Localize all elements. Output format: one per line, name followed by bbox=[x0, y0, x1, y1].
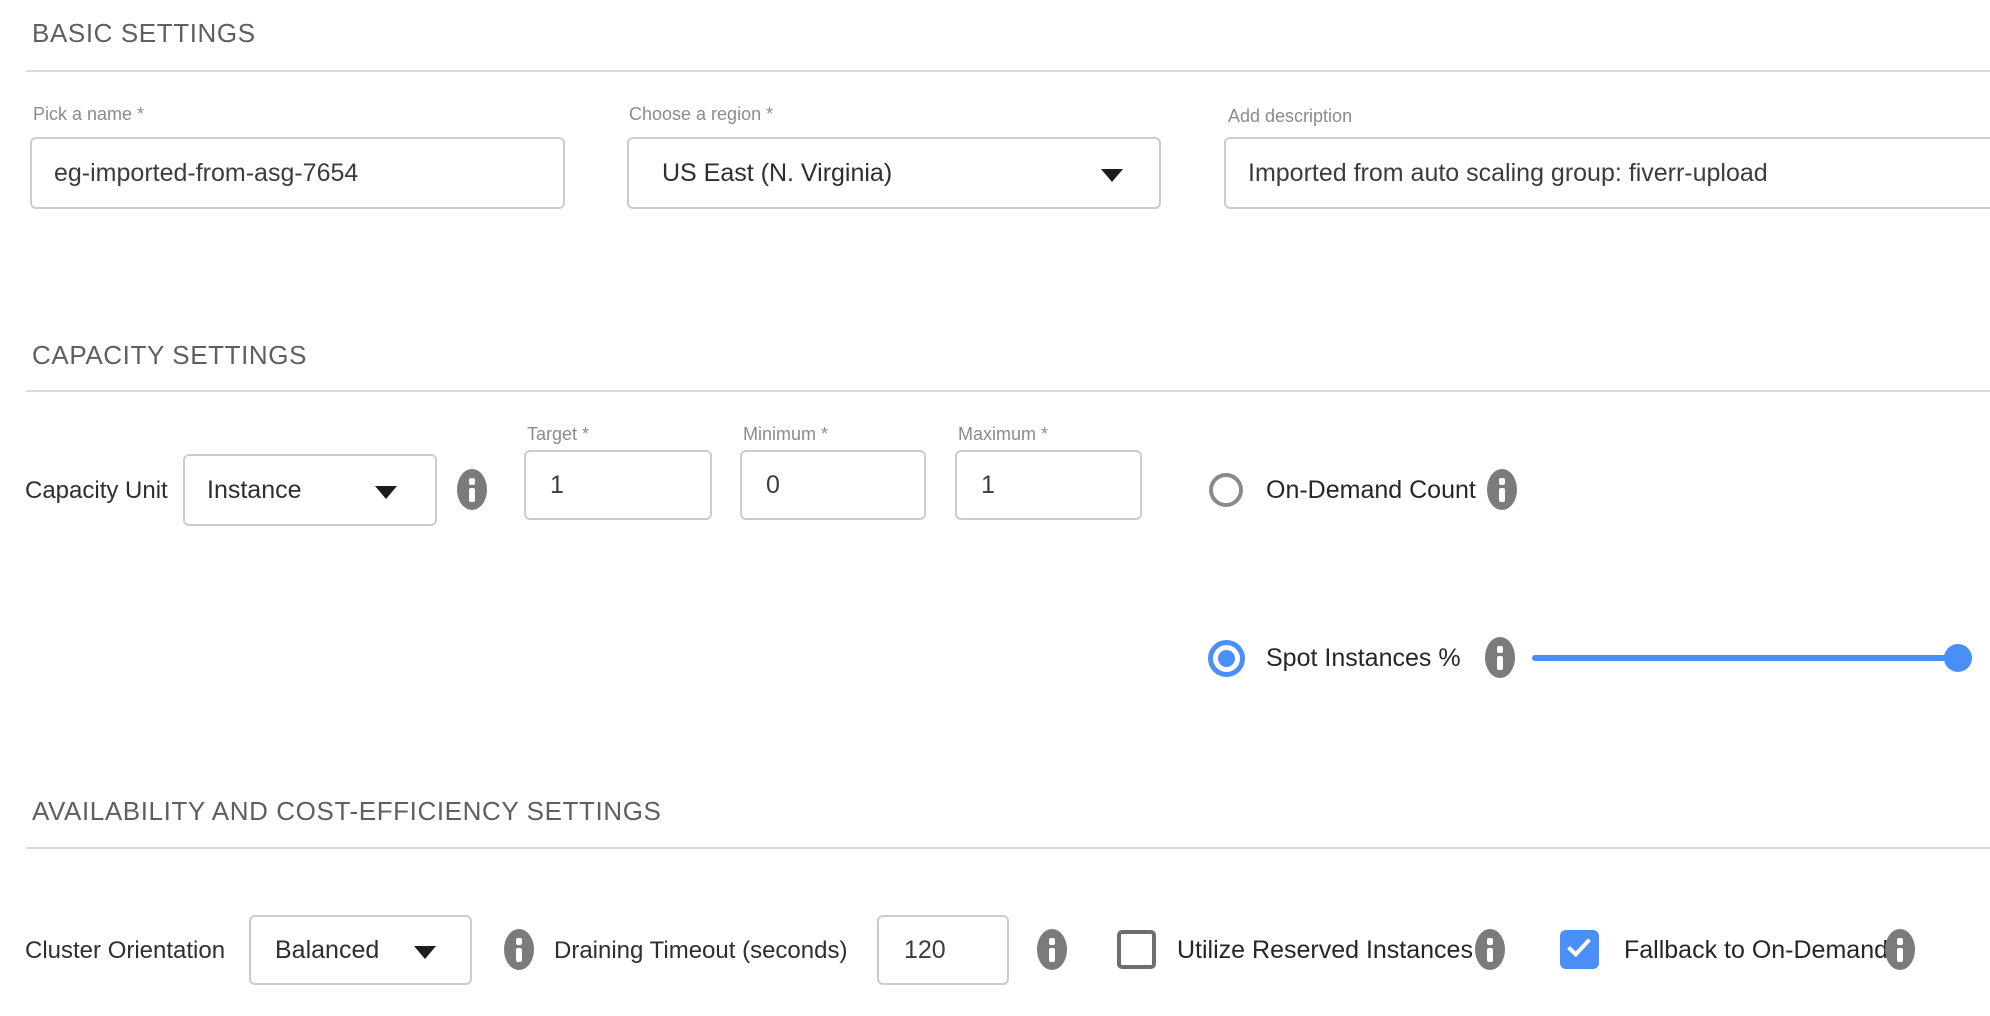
region-field-label: Choose a region * bbox=[629, 104, 773, 125]
region-select-value: US East (N. Virginia) bbox=[662, 159, 892, 188]
target-field-label: Target * bbox=[527, 424, 589, 445]
basic-settings-title: BASIC SETTINGS bbox=[32, 18, 256, 49]
maximum-field-label: Maximum * bbox=[958, 424, 1048, 445]
maximum-input[interactable] bbox=[955, 450, 1142, 520]
description-input[interactable] bbox=[1224, 137, 1990, 209]
on-demand-count-label: On-Demand Count bbox=[1266, 476, 1476, 505]
fallback-on-demand-label: Fallback to On-Demand bbox=[1624, 936, 1888, 965]
spot-instances-label: Spot Instances % bbox=[1266, 644, 1461, 673]
capacity-unit-label: Capacity Unit bbox=[25, 477, 168, 505]
settings-form: BASIC SETTINGS Pick a name * Choose a re… bbox=[0, 0, 1990, 1016]
section-divider bbox=[26, 847, 1990, 849]
capacity-unit-select[interactable]: Instance bbox=[183, 454, 437, 526]
draining-timeout-info-icon[interactable] bbox=[1037, 929, 1067, 970]
check-icon bbox=[1567, 933, 1591, 957]
draining-timeout-input[interactable] bbox=[877, 915, 1009, 985]
cluster-orientation-info-icon[interactable] bbox=[504, 929, 534, 970]
description-field-label: Add description bbox=[1228, 106, 1352, 127]
minimum-input[interactable] bbox=[740, 450, 926, 520]
section-divider bbox=[26, 390, 1990, 392]
section-divider bbox=[26, 70, 1990, 72]
chevron-down-icon bbox=[1101, 169, 1123, 182]
spot-instances-radio[interactable] bbox=[1208, 640, 1245, 677]
region-select[interactable]: US East (N. Virginia) bbox=[627, 137, 1161, 209]
utilize-reserved-checkbox[interactable] bbox=[1117, 930, 1156, 969]
spot-percentage-slider-handle[interactable] bbox=[1944, 644, 1972, 672]
capacity-settings-title: CAPACITY SETTINGS bbox=[32, 340, 307, 371]
availability-settings-title: AVAILABILITY AND COST-EFFICIENCY SETTING… bbox=[32, 796, 661, 827]
capacity-unit-info-icon[interactable] bbox=[457, 469, 487, 510]
capacity-unit-select-value: Instance bbox=[207, 476, 302, 505]
utilize-reserved-info-icon[interactable] bbox=[1475, 929, 1505, 970]
target-input[interactable] bbox=[524, 450, 712, 520]
draining-timeout-label: Draining Timeout (seconds) bbox=[554, 937, 847, 965]
name-field-label: Pick a name * bbox=[33, 104, 144, 125]
chevron-down-icon bbox=[414, 946, 436, 959]
spot-percentage-slider[interactable] bbox=[1532, 655, 1962, 661]
utilize-reserved-label: Utilize Reserved Instances bbox=[1177, 936, 1473, 965]
fallback-on-demand-info-icon[interactable] bbox=[1885, 929, 1915, 970]
name-input[interactable] bbox=[30, 137, 565, 209]
cluster-orientation-select[interactable]: Balanced bbox=[249, 915, 472, 985]
fallback-on-demand-checkbox[interactable] bbox=[1560, 930, 1599, 969]
chevron-down-icon bbox=[375, 486, 397, 499]
cluster-orientation-label: Cluster Orientation bbox=[25, 937, 225, 965]
minimum-field-label: Minimum * bbox=[743, 424, 828, 445]
cluster-orientation-select-value: Balanced bbox=[275, 936, 379, 965]
on-demand-count-radio[interactable] bbox=[1209, 473, 1243, 507]
on-demand-count-info-icon[interactable] bbox=[1487, 469, 1517, 510]
spot-instances-info-icon[interactable] bbox=[1485, 637, 1515, 678]
